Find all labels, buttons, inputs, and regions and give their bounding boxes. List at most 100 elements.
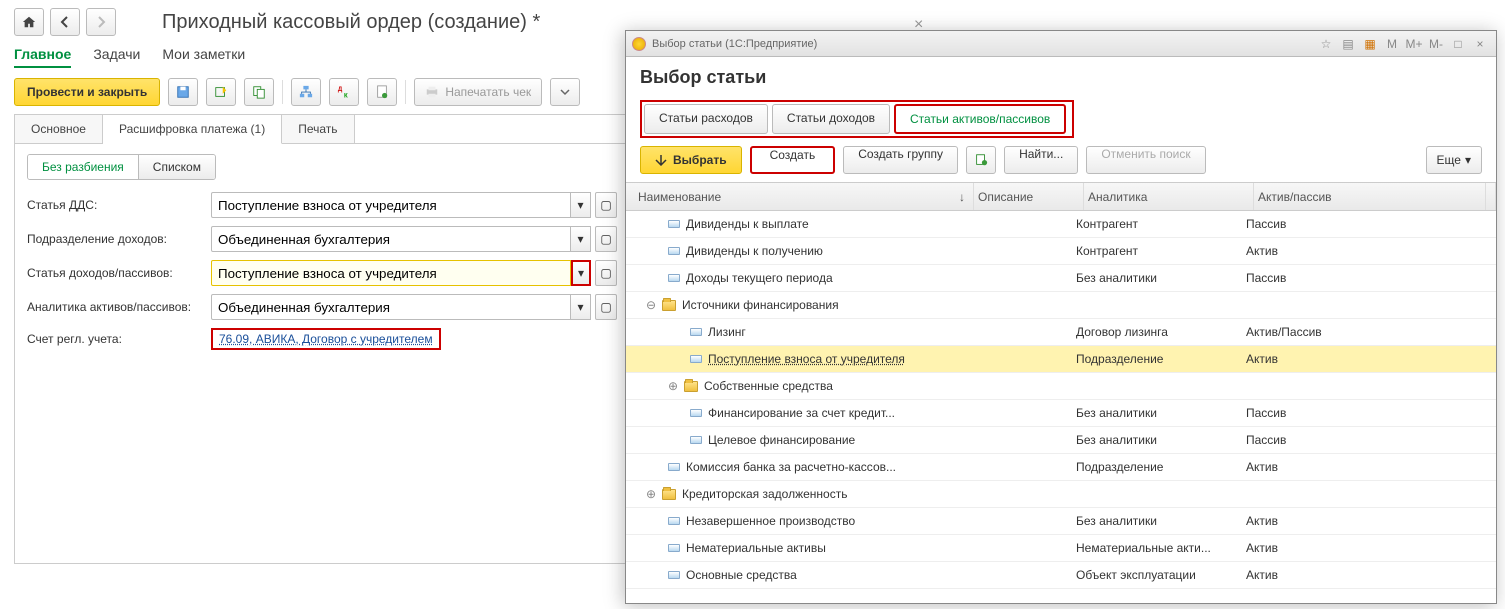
label-account: Счет регл. учета: xyxy=(27,332,211,346)
copy-icon[interactable] xyxy=(244,78,274,106)
extra-menu[interactable] xyxy=(550,78,580,106)
item-icon xyxy=(668,247,680,255)
dropdown-icon[interactable]: ▾ xyxy=(571,294,591,320)
col-ap[interactable]: Актив/пассив xyxy=(1254,183,1486,210)
view-toggle[interactable]: Без разбиения Списком xyxy=(27,154,216,180)
refresh-icon[interactable] xyxy=(966,146,996,174)
table-row[interactable]: Финансирование за счет кредит...Без анал… xyxy=(626,400,1496,427)
table-row[interactable]: Незавершенное производствоБез аналитикиА… xyxy=(626,508,1496,535)
row-name: Дивиденды к выплате xyxy=(686,217,809,231)
dropdown-icon[interactable]: ▾ xyxy=(571,192,591,218)
item-icon xyxy=(668,463,680,471)
maximize-icon[interactable]: □ xyxy=(1448,35,1468,53)
folder-icon xyxy=(662,300,676,311)
tab-assets-liabilities[interactable]: Статьи активов/пассивов xyxy=(894,104,1066,134)
tab-income[interactable]: Статьи доходов xyxy=(772,104,890,134)
nav-tasks[interactable]: Задачи xyxy=(93,46,140,68)
tab-expenses[interactable]: Статьи расходов xyxy=(644,104,768,134)
row-name: Лизинг xyxy=(708,325,746,339)
field-division[interactable] xyxy=(211,226,571,252)
folder-icon xyxy=(662,489,676,500)
row-name: Незавершенное производство xyxy=(686,514,855,528)
table-row[interactable]: ⊖Источники финансирования xyxy=(626,292,1496,319)
row-name: Комиссия банка за расчетно-кассов... xyxy=(686,460,896,474)
folder-icon xyxy=(684,381,698,392)
m-icon[interactable]: M xyxy=(1382,35,1402,53)
back-button[interactable] xyxy=(50,8,80,36)
attach-icon[interactable] xyxy=(367,78,397,106)
print-label: Напечатать чек xyxy=(445,85,531,99)
open-icon[interactable]: ▢ xyxy=(595,192,617,218)
table-row[interactable]: Дивиденды к выплатеКонтрагентПассив xyxy=(626,211,1496,238)
open-icon[interactable]: ▢ xyxy=(595,260,617,286)
open-icon[interactable]: ▢ xyxy=(595,226,617,252)
table-row[interactable]: Поступление взноса от учредителяПодразде… xyxy=(626,346,1496,373)
col-desc[interactable]: Описание xyxy=(974,183,1084,210)
svg-text:К: К xyxy=(344,92,348,99)
tab-payment-detail[interactable]: Расшифровка платежа (1) xyxy=(103,115,282,144)
post-icon[interactable] xyxy=(206,78,236,106)
calc-icon[interactable]: ▤ xyxy=(1338,35,1358,53)
dtkt-icon[interactable]: ДК xyxy=(329,78,359,106)
table-row[interactable]: Основные средстваОбъект эксплуатацииАкти… xyxy=(626,562,1496,589)
item-icon xyxy=(668,517,680,525)
item-icon xyxy=(668,220,680,228)
forward-button xyxy=(86,8,116,36)
row-name: Целевое финансирование xyxy=(708,433,855,447)
save-close-button[interactable]: Провести и закрыть xyxy=(14,78,160,106)
dropdown-icon[interactable]: ▾ xyxy=(571,226,591,252)
save-icon[interactable] xyxy=(168,78,198,106)
row-name: Поступление взноса от учредителя xyxy=(708,352,905,366)
mplus-icon[interactable]: M+ xyxy=(1404,35,1424,53)
dialog-titlebar: Выбор статьи (1С:Предприятие) xyxy=(652,38,817,50)
print-cheque-button: Напечатать чек xyxy=(414,78,542,106)
expander-icon[interactable]: ⊕ xyxy=(668,379,678,393)
table-row[interactable]: Целевое финансированиеБез аналитикиПасси… xyxy=(626,427,1496,454)
label-dds: Статья ДДС: xyxy=(27,198,211,212)
table-row[interactable]: ⊕Кредиторская задолженность xyxy=(626,481,1496,508)
field-income-passive[interactable] xyxy=(211,260,571,286)
select-button[interactable]: Выбрать xyxy=(640,146,742,174)
table-row[interactable]: ЛизингДоговор лизингаАктив/Пассив xyxy=(626,319,1496,346)
tab-print[interactable]: Печать xyxy=(282,115,354,143)
account-link[interactable]: 76.09, АВИКА, Договор с учредителем xyxy=(219,332,433,346)
toggle-list[interactable]: Списком xyxy=(139,155,215,179)
expander-icon[interactable]: ⊕ xyxy=(646,487,656,501)
find-button[interactable]: Найти... xyxy=(1004,146,1078,174)
label-income-passive: Статья доходов/пассивов: xyxy=(27,266,211,280)
app-icon xyxy=(632,37,646,51)
row-name: Финансирование за счет кредит... xyxy=(708,406,895,420)
col-analytics[interactable]: Аналитика xyxy=(1084,183,1254,210)
table-row[interactable]: ⊕ Собственные средства xyxy=(626,373,1496,400)
row-name: Собственные средства xyxy=(704,379,833,393)
item-icon xyxy=(690,436,702,444)
dialog-heading: Выбор статьи xyxy=(640,67,1482,88)
struct-icon[interactable] xyxy=(291,78,321,106)
select-article-dialog: Выбор статьи (1С:Предприятие) ☆ ▤ ▦ M M+… xyxy=(625,30,1497,604)
more-button[interactable]: Еще ▾ xyxy=(1426,146,1482,174)
tab-basic[interactable]: Основное xyxy=(15,115,103,143)
toggle-no-split[interactable]: Без разбиения xyxy=(28,155,139,179)
mminus-icon[interactable]: M- xyxy=(1426,35,1446,53)
fav-icon[interactable]: ☆ xyxy=(1316,35,1336,53)
nav-notes[interactable]: Мои заметки xyxy=(162,46,245,68)
table-row[interactable]: Доходы текущего периодаБез аналитикиПасс… xyxy=(626,265,1496,292)
create-group-button[interactable]: Создать группу xyxy=(843,146,958,174)
item-icon xyxy=(668,571,680,579)
open-icon[interactable]: ▢ xyxy=(595,294,617,320)
create-button[interactable]: Создать xyxy=(750,146,836,174)
expander-icon[interactable]: ⊖ xyxy=(646,298,656,312)
field-analytics[interactable] xyxy=(211,294,571,320)
home-button[interactable] xyxy=(14,8,44,36)
row-name: Основные средства xyxy=(686,568,797,582)
col-name[interactable]: Наименование↓ xyxy=(634,183,974,210)
nav-main[interactable]: Главное xyxy=(14,46,71,68)
table-row[interactable]: Дивиденды к получениюКонтрагентАктив xyxy=(626,238,1496,265)
label-division: Подразделение доходов: xyxy=(27,232,211,246)
field-dds[interactable] xyxy=(211,192,571,218)
dropdown-icon[interactable]: ▾ xyxy=(571,260,591,286)
close-icon[interactable]: × xyxy=(1470,35,1490,53)
table-row[interactable]: Нематериальные активыНематериальные акти… xyxy=(626,535,1496,562)
calendar-icon[interactable]: ▦ xyxy=(1360,35,1380,53)
table-row[interactable]: Комиссия банка за расчетно-кассов...Подр… xyxy=(626,454,1496,481)
